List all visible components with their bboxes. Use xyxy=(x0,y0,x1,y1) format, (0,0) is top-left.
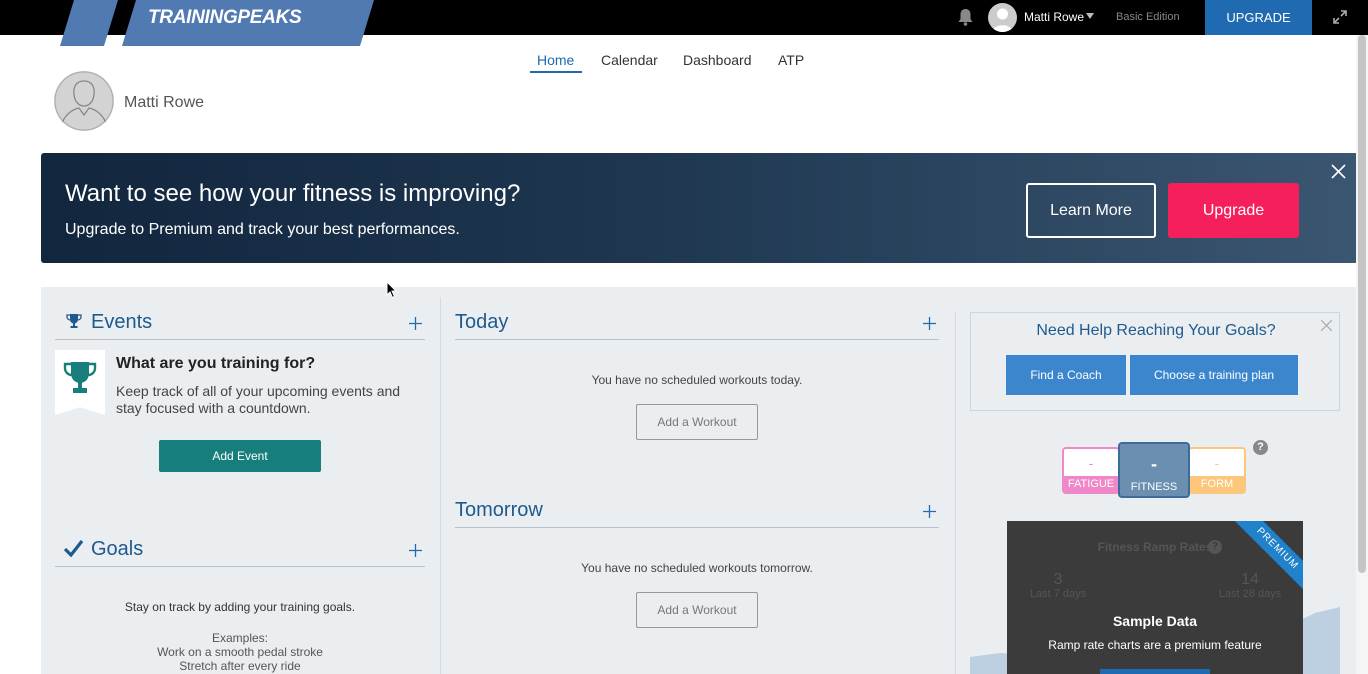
add-workout-today-button[interactable]: Add a Workout xyxy=(636,404,758,440)
tomorrow-title: Tomorrow xyxy=(455,499,543,521)
chevron-down-icon[interactable] xyxy=(1086,13,1094,19)
add-tomorrow-plus-icon[interactable] xyxy=(923,505,936,518)
divider xyxy=(455,339,939,340)
ramp-7day-label: Last 7 days xyxy=(1029,588,1087,600)
add-event-plus-icon[interactable] xyxy=(409,317,422,330)
add-goal-plus-icon[interactable] xyxy=(409,544,422,557)
events-description: Keep track of all of your upcoming event… xyxy=(116,383,401,416)
profile-avatar[interactable] xyxy=(54,71,114,131)
edition-label: Basic Edition xyxy=(1116,11,1180,23)
logo-stripe xyxy=(60,0,118,46)
trophy-icon xyxy=(66,314,82,328)
fitness-label: FITNESS xyxy=(1130,481,1178,493)
logo[interactable]: TRAININGPEAKS xyxy=(148,7,302,29)
sample-description: Ramp rate charts are a premium feature xyxy=(1048,638,1262,652)
banner-title: Want to see how your fitness is improvin… xyxy=(65,180,521,207)
form-metric[interactable]: - FORM xyxy=(1188,447,1246,494)
tab-calendar[interactable]: Calendar xyxy=(601,52,658,68)
expand-icon[interactable] xyxy=(1332,9,1348,25)
scroll-thumb[interactable] xyxy=(1358,35,1366,573)
ramp-rates-sample: Fitness Ramp Rates ? 3 Last 7 days 14 La… xyxy=(1007,521,1303,674)
ramp-28day-label: Last 28 days xyxy=(1218,588,1282,600)
profile-name: Matti Rowe xyxy=(124,94,205,111)
ramp-7day-value: 3 xyxy=(1053,571,1063,588)
upgrade-button[interactable]: UPGRADE xyxy=(1205,0,1312,35)
banner-subtitle: Upgrade to Premium and track your best p… xyxy=(65,221,460,238)
examples-label: Examples: xyxy=(211,631,269,645)
fatigue-metric[interactable]: - FATIGUE xyxy=(1062,447,1120,494)
add-today-plus-icon[interactable] xyxy=(923,317,936,330)
example-item: Work on a smooth pedal stroke xyxy=(157,645,323,659)
sample-title: Sample Data xyxy=(1112,613,1198,629)
user-menu[interactable]: Matti Rowe xyxy=(1024,10,1084,24)
close-icon[interactable] xyxy=(1331,164,1346,179)
goals-examples: Examples: Work on a smooth pedal stroke … xyxy=(55,631,425,673)
tab-dashboard[interactable]: Dashboard xyxy=(683,52,752,68)
goals-description: Stay on track by adding your training go… xyxy=(124,600,356,614)
fitness-metric[interactable]: - FITNESS xyxy=(1118,442,1190,498)
column-divider xyxy=(440,297,441,674)
example-item: Stretch after every ride xyxy=(179,659,301,673)
tomorrow-empty-text: You have no scheduled workouts tomorrow. xyxy=(581,561,813,575)
fatigue-value: - xyxy=(1088,455,1094,471)
banner-upgrade-button[interactable]: Upgrade xyxy=(1168,183,1299,238)
help-title: Need Help Reaching Your Goals? xyxy=(1036,322,1276,339)
ramp-help-icon[interactable]: ? xyxy=(1208,540,1222,554)
scrollbar[interactable] xyxy=(1356,35,1368,674)
mouse-cursor-icon xyxy=(386,281,398,299)
fitness-value: - xyxy=(1151,454,1157,474)
top-bar: TRAININGPEAKS Matti Rowe Basic Edition U… xyxy=(0,0,1368,46)
column-divider xyxy=(955,312,956,674)
ramp-28day-value: 14 xyxy=(1241,571,1259,588)
choose-plan-button[interactable]: Choose a training plan xyxy=(1130,355,1298,395)
events-title: Events xyxy=(91,311,153,333)
divider xyxy=(55,566,425,567)
add-event-button[interactable]: Add Event xyxy=(159,440,321,472)
help-icon[interactable]: ? xyxy=(1253,440,1268,455)
learn-more-button[interactable]: Learn More xyxy=(1026,183,1156,238)
checkmark-icon xyxy=(64,540,83,557)
tab-atp[interactable]: ATP xyxy=(778,52,804,68)
find-coach-button[interactable]: Find a Coach xyxy=(1006,355,1126,395)
divider xyxy=(55,339,425,340)
goals-title: Goals xyxy=(91,538,144,560)
add-workout-tomorrow-button[interactable]: Add a Workout xyxy=(636,592,758,628)
close-icon[interactable] xyxy=(1321,320,1332,331)
fatigue-label: FATIGUE xyxy=(1064,476,1118,492)
active-tab-indicator xyxy=(530,71,582,73)
tab-home[interactable]: Home xyxy=(537,52,574,68)
sample-action-button[interactable] xyxy=(1100,669,1210,674)
avatar[interactable] xyxy=(988,3,1017,32)
trophy-icon xyxy=(63,362,97,393)
events-question: What are you training for? xyxy=(116,355,316,372)
today-title: Today xyxy=(455,311,509,333)
divider xyxy=(455,527,939,528)
form-value: - xyxy=(1214,455,1220,471)
form-label: FORM xyxy=(1190,476,1244,492)
help-box: Need Help Reaching Your Goals? Find a Co… xyxy=(970,312,1340,411)
bell-icon[interactable] xyxy=(957,8,974,26)
today-empty-text: You have no scheduled workouts today. xyxy=(591,373,803,387)
upgrade-banner: Want to see how your fitness is improvin… xyxy=(41,153,1358,263)
